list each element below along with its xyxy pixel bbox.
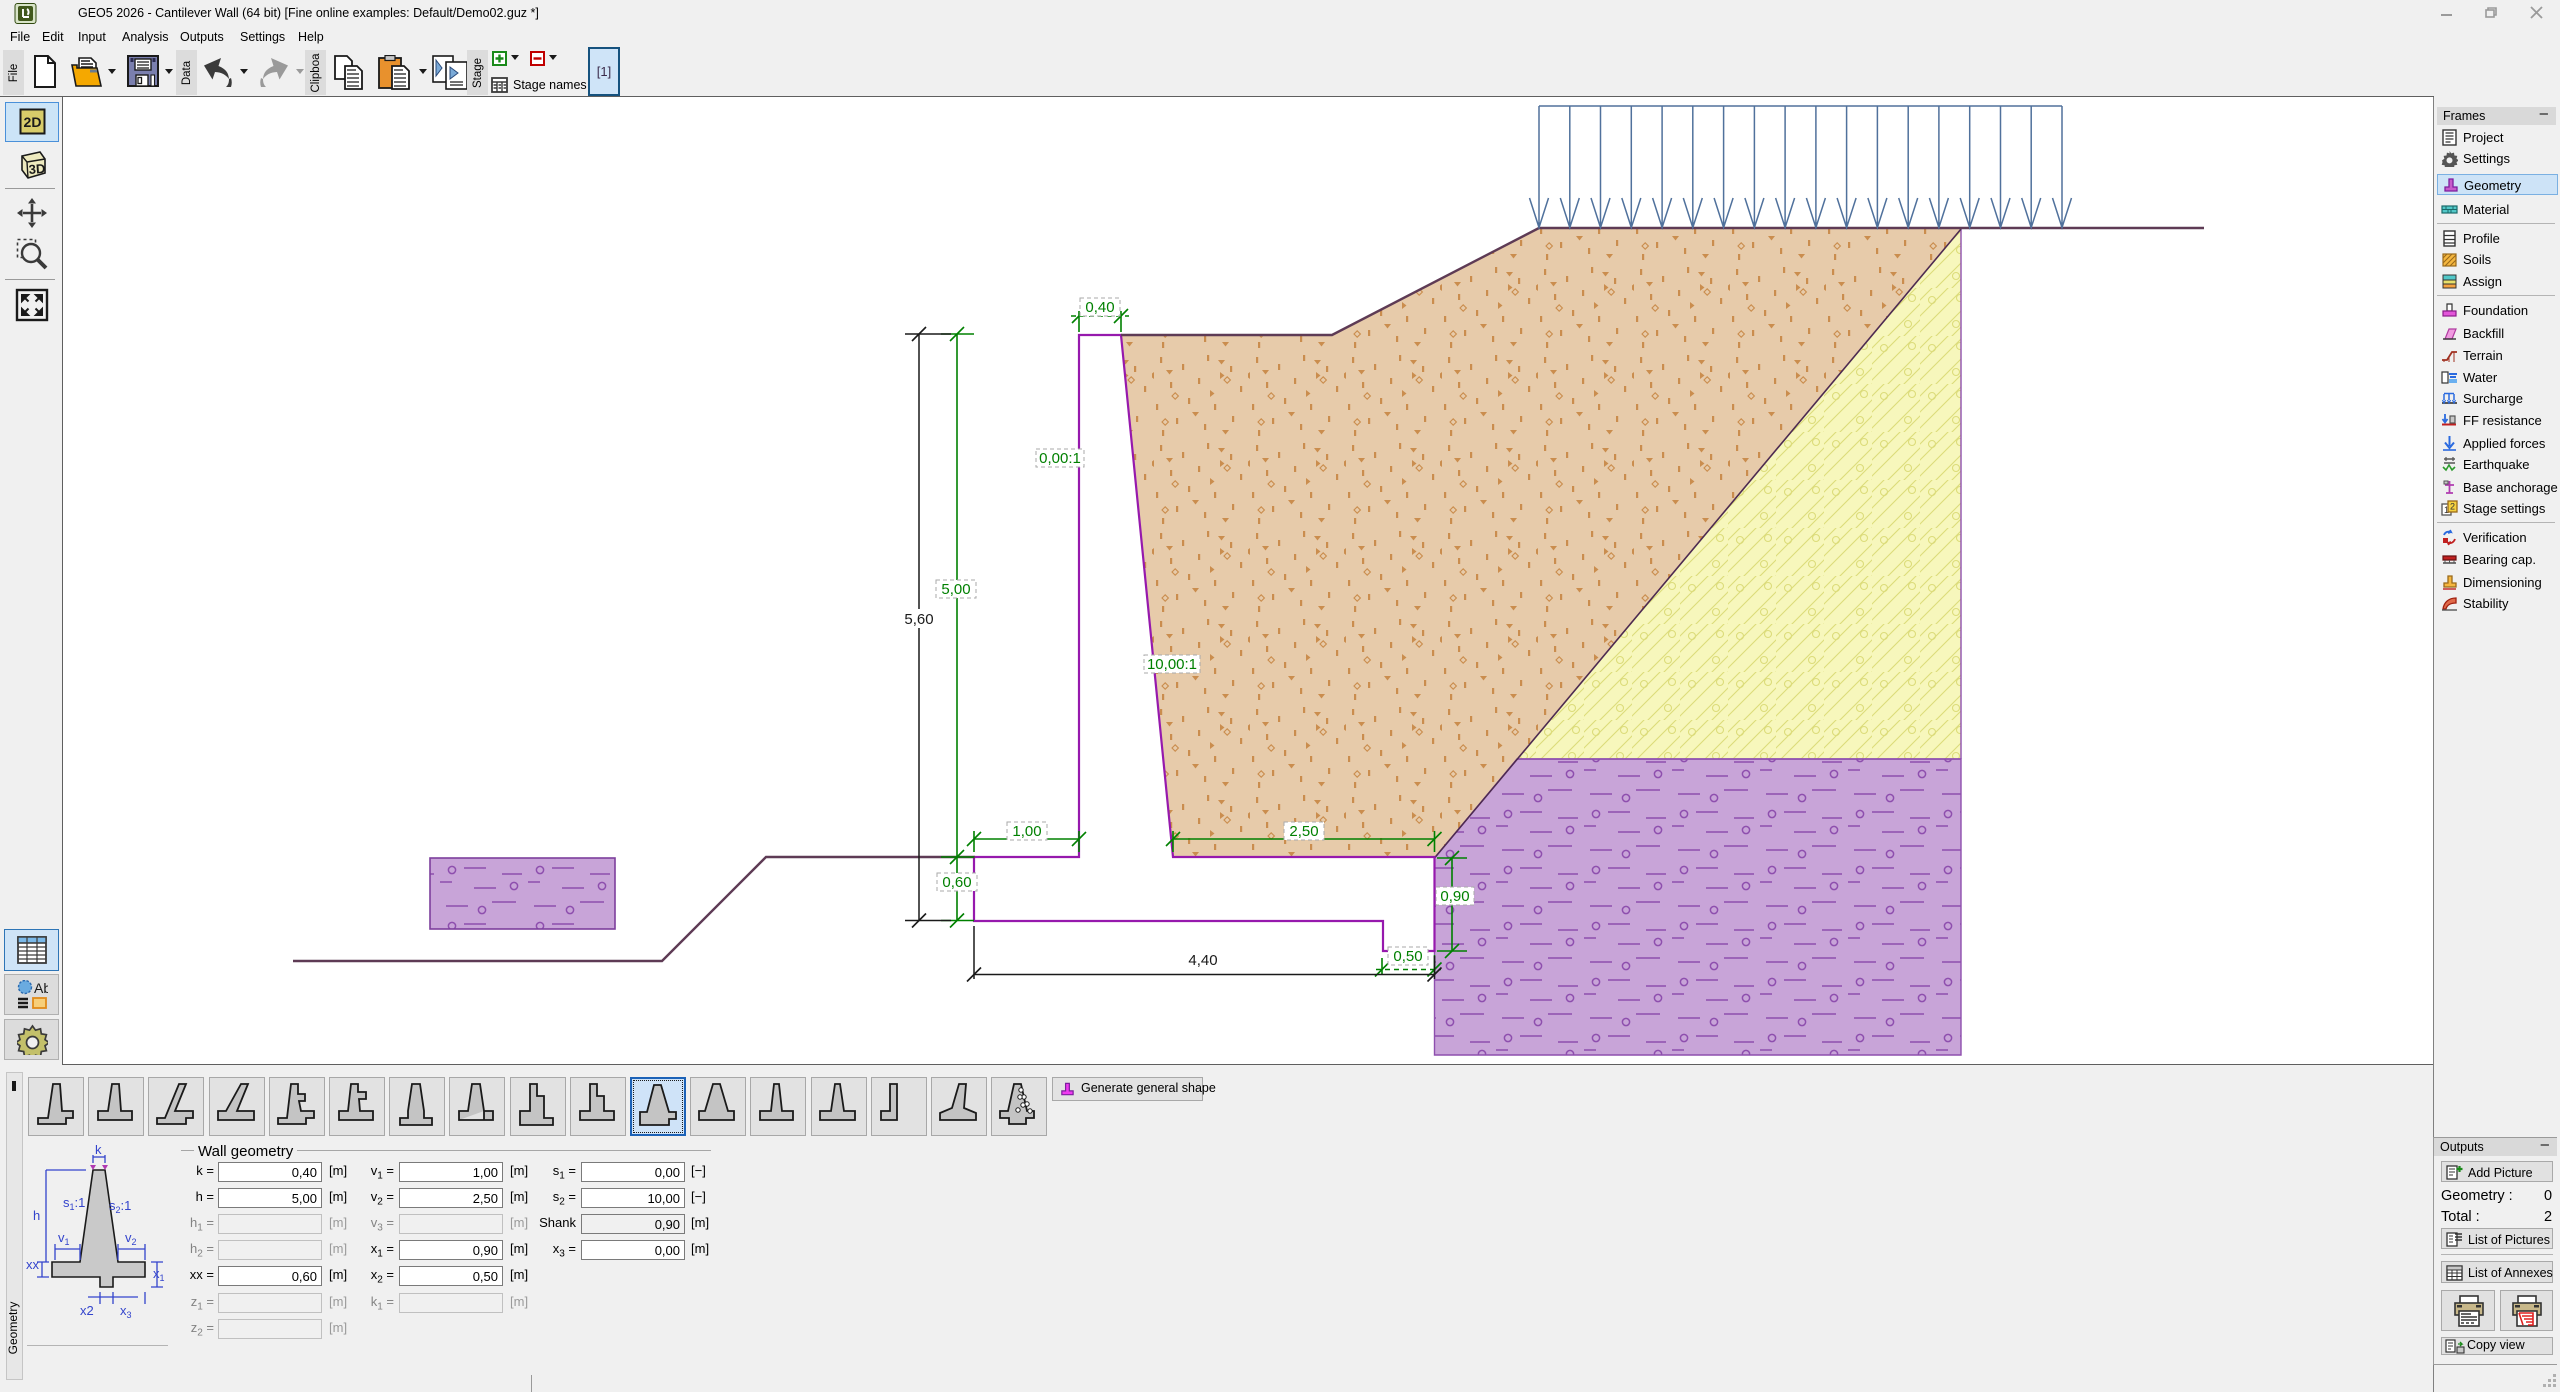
svg-text:10,00:1: 10,00:1: [1147, 656, 1197, 673]
svg-text:4,40: 4,40: [1188, 952, 1217, 969]
svg-text:5,00: 5,00: [941, 581, 970, 598]
svg-text:2D: 2D: [24, 114, 42, 130]
svg-text:x2: x2: [80, 1303, 94, 1318]
svg-text:1,00: 1,00: [1012, 823, 1041, 840]
svg-text:s2:1: s2:1: [109, 1198, 131, 1215]
svg-text:x3: x3: [120, 1303, 132, 1320]
svg-text:2: 2: [2450, 501, 2455, 511]
svg-text:x1: x1: [153, 1266, 165, 1283]
svg-text:h: h: [33, 1208, 40, 1223]
svg-text:2,50: 2,50: [1289, 823, 1318, 840]
svg-text:Ab: Ab: [34, 980, 48, 996]
svg-text:0,90: 0,90: [1440, 888, 1469, 905]
svg-text:xx: xx: [26, 1257, 40, 1272]
svg-text:0,50: 0,50: [1393, 948, 1422, 965]
svg-text:s1:1: s1:1: [63, 1195, 85, 1212]
svg-text:k: k: [95, 1145, 102, 1157]
svg-text:0,40: 0,40: [1085, 299, 1114, 316]
svg-text:5,60: 5,60: [904, 611, 933, 628]
svg-text:v1: v1: [58, 1230, 70, 1247]
svg-text:0,00:1: 0,00:1: [1039, 450, 1081, 467]
svg-text:3D: 3D: [28, 161, 46, 177]
svg-text:0,60: 0,60: [942, 874, 971, 891]
svg-text:v2: v2: [125, 1230, 137, 1247]
